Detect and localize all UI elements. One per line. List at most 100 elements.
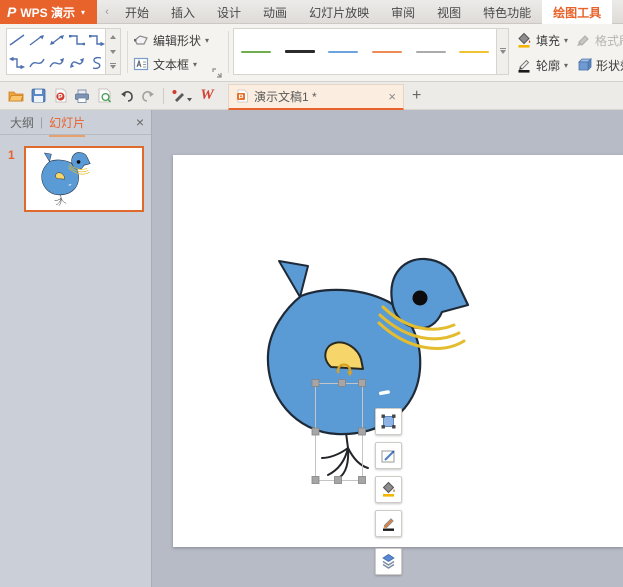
tab-drawing-tools[interactable]: 绘图工具 xyxy=(542,0,612,24)
format-painter-button[interactable]: 格式刷 xyxy=(576,30,623,50)
print-button[interactable] xyxy=(71,85,93,107)
shape-curved-arrow-connector-icon[interactable] xyxy=(47,52,67,75)
export-pdf-button[interactable] xyxy=(49,85,71,107)
collapse-chevron-icon[interactable]: ‹ xyxy=(101,4,113,20)
wps-presentation-window: P WPS 演示 ▾ ‹ 开始 插入 设计 动画 幻灯片放映 审阅 视图 特色功… xyxy=(0,0,623,587)
tab-animation[interactable]: 动画 xyxy=(252,0,298,24)
redo-button[interactable] xyxy=(137,85,159,107)
ink-pen-icon xyxy=(171,89,193,103)
line-style-green[interactable] xyxy=(234,51,278,53)
triangle-down-icon xyxy=(110,50,116,54)
document-tab[interactable]: 演示文稿1 * × xyxy=(228,84,404,110)
ink-annotate-button[interactable] xyxy=(168,85,196,107)
tab-home[interactable]: 开始 xyxy=(114,0,160,24)
chevron-down-icon: ▾ xyxy=(205,36,209,45)
gallery-more-button[interactable] xyxy=(106,59,120,74)
shape-freeform-s-icon[interactable] xyxy=(87,52,107,75)
ribbon-separator xyxy=(127,31,128,73)
print-preview-button[interactable] xyxy=(93,85,115,107)
shape-layout-button[interactable] xyxy=(375,408,402,435)
close-tab-icon[interactable]: × xyxy=(388,89,396,104)
quick-access-toolbar: W 演示文稿1 * × + xyxy=(0,82,623,110)
layers-icon xyxy=(380,553,397,570)
line-style-orange[interactable] xyxy=(365,51,409,53)
tab-insert[interactable]: 插入 xyxy=(160,0,206,24)
line-style-black[interactable] xyxy=(278,50,322,53)
gallery-more-icon xyxy=(500,50,506,54)
shape-effects-label: 形状效果 xyxy=(596,57,623,74)
toolbar-separator xyxy=(163,88,164,104)
chevron-down-icon: ▾ xyxy=(193,60,197,69)
dialog-launcher-button[interactable] xyxy=(212,67,222,81)
new-tab-button[interactable]: + xyxy=(412,87,421,105)
tab-design[interactable]: 设计 xyxy=(206,0,252,24)
editing-canvas[interactable] xyxy=(152,110,623,587)
line-gallery-more-button[interactable] xyxy=(497,28,509,75)
shape-elbow-double-arrow-connector-icon[interactable] xyxy=(7,52,27,75)
fill-label: 填充 xyxy=(536,32,560,49)
wps-app-menu-button[interactable]: P WPS 演示 ▾ xyxy=(0,0,97,24)
panel-tab-slides[interactable]: 幻灯片 xyxy=(49,114,85,131)
main-content: 大纲 | 幻灯片 × 1 xyxy=(0,110,623,587)
titlebar: P WPS 演示 ▾ ‹ 开始 插入 设计 动画 幻灯片放映 审阅 视图 特色功… xyxy=(0,0,623,24)
triangle-up-icon xyxy=(110,35,116,39)
line-style-gray[interactable] xyxy=(409,51,453,53)
tab-slideshow[interactable]: 幻灯片放映 xyxy=(298,0,380,24)
gallery-more-icon xyxy=(110,65,116,69)
wps-logo-icon: P xyxy=(7,4,16,20)
panel-tab-divider: | xyxy=(40,115,43,129)
outline-color-button[interactable] xyxy=(375,510,402,537)
line-style-yellow[interactable] xyxy=(452,51,496,53)
undo-button[interactable] xyxy=(115,85,137,107)
dialog-launcher-icon xyxy=(212,68,222,78)
format-painter-label: 格式刷 xyxy=(595,32,623,49)
outline-button[interactable]: 轮廓 ▾ xyxy=(516,55,568,75)
fill-color-icon xyxy=(516,32,532,48)
ribbon-tab-bar: 开始 插入 设计 动画 幻灯片放映 审阅 视图 特色功能 绘图工具 xyxy=(114,0,623,24)
slide-thumbnail-bird xyxy=(40,151,92,208)
panel-tab-outline[interactable]: 大纲 xyxy=(10,114,34,131)
shape-effects-icon xyxy=(576,57,592,73)
shape-layout-icon xyxy=(380,413,397,430)
textbox-button[interactable]: 文本框 ▾ xyxy=(133,54,197,74)
shape-gallery-scroll xyxy=(106,28,121,75)
shape-curved-double-arrow-connector-icon[interactable] xyxy=(67,52,87,75)
save-button[interactable] xyxy=(27,85,49,107)
panel-close-icon[interactable]: × xyxy=(136,114,144,130)
slide-number: 1 xyxy=(8,148,15,162)
slides-panel: 大纲 | 幻灯片 × 1 xyxy=(0,110,152,587)
line-style-gallery xyxy=(233,28,497,75)
ribbon-separator xyxy=(228,31,229,73)
app-name: WPS 演示 xyxy=(20,4,75,21)
format-painter-icon xyxy=(576,33,591,48)
document-title: 演示文稿1 * xyxy=(254,88,383,105)
arrange-order-button[interactable] xyxy=(375,548,402,575)
shape-elbow-connector-icon[interactable] xyxy=(67,29,87,52)
tab-view[interactable]: 视图 xyxy=(426,0,472,24)
gallery-scroll-up-button[interactable] xyxy=(106,29,120,44)
chevron-down-icon: ▾ xyxy=(564,61,568,70)
save-icon xyxy=(31,88,46,103)
redo-icon xyxy=(141,89,156,102)
shape-elbow-arrow-connector-icon[interactable] xyxy=(87,29,107,52)
shape-curved-connector-icon[interactable] xyxy=(27,52,47,75)
line-style-blue[interactable] xyxy=(321,51,365,53)
outline-label: 轮廓 xyxy=(536,57,560,74)
gallery-scroll-down-button[interactable] xyxy=(106,44,120,59)
shape-double-arrow-icon[interactable] xyxy=(47,29,67,52)
shape-arrow-icon[interactable] xyxy=(27,29,47,52)
textbox-icon xyxy=(133,57,149,71)
shape-effects-button[interactable]: 形状效果 xyxy=(576,55,623,75)
fill-color-icon xyxy=(380,481,397,498)
edit-shape-button[interactable]: 编辑形状 ▾ xyxy=(133,30,209,50)
wps-writer-button[interactable]: W xyxy=(196,85,218,107)
tab-review[interactable]: 审阅 xyxy=(380,0,426,24)
slide-thumbnail[interactable] xyxy=(24,146,144,212)
tab-special-features[interactable]: 特色功能 xyxy=(472,0,542,24)
fill-button[interactable]: 填充 ▾ xyxy=(516,30,568,50)
textbox-label: 文本框 xyxy=(153,56,189,73)
fill-color-button[interactable] xyxy=(375,476,402,503)
open-folder-button[interactable] xyxy=(5,85,27,107)
shape-line-icon[interactable] xyxy=(7,29,27,52)
edit-points-button[interactable] xyxy=(375,442,402,469)
